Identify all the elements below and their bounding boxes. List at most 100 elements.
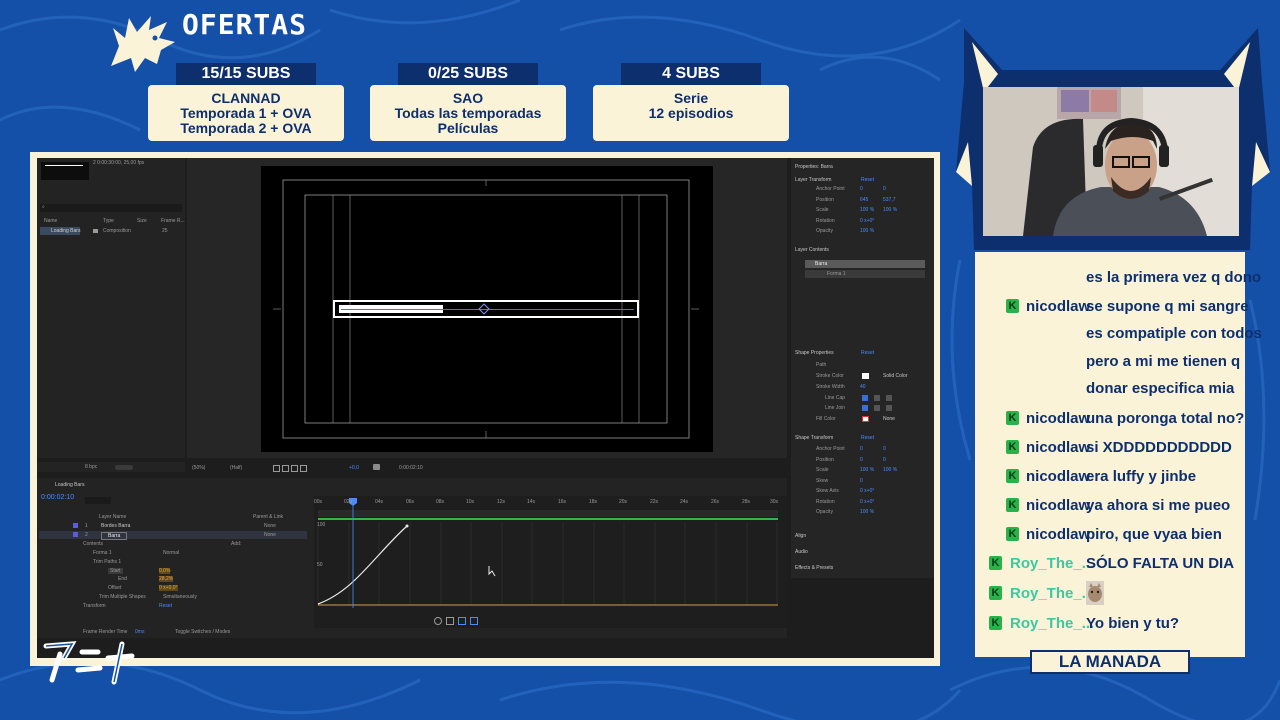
trim-paths-group[interactable]: Trim Paths 1 bbox=[93, 559, 121, 565]
blend-mode-select[interactable]: Normal bbox=[163, 550, 179, 556]
col-size[interactable]: Size bbox=[137, 218, 147, 224]
shape-transform-label[interactable]: Shape Transform bbox=[795, 435, 833, 441]
st-scale-x[interactable]: 100 % bbox=[860, 467, 874, 473]
col-frame-rate[interactable]: Frame R... bbox=[161, 218, 185, 224]
opacity-value[interactable]: 100 % bbox=[860, 228, 874, 234]
st-anchor-y[interactable]: 0 bbox=[883, 446, 886, 452]
col-layer-name[interactable]: Layer Name bbox=[99, 514, 126, 520]
line-join-label: Line Join bbox=[825, 405, 846, 411]
layer-row-1[interactable]: 1 Bordes Barra None bbox=[39, 522, 307, 530]
add-menu[interactable]: Add: bbox=[231, 541, 241, 547]
timeline-tab[interactable]: Loading Bars bbox=[55, 482, 84, 488]
col-name[interactable]: Name bbox=[44, 218, 57, 224]
layer-transform-label[interactable]: Layer Transform bbox=[795, 177, 831, 183]
properties-title: Properties: Barra bbox=[795, 164, 833, 170]
chat-username[interactable]: nicodlaw bbox=[1026, 497, 1090, 514]
stroke-type-select[interactable]: Solid Color bbox=[883, 373, 907, 379]
fill-color-swatch[interactable] bbox=[862, 416, 869, 422]
line-cap-buttons[interactable] bbox=[862, 395, 892, 401]
toggle-switches-button[interactable]: Toggle Switches / Modes bbox=[175, 629, 230, 635]
position-x[interactable]: 645 bbox=[860, 197, 868, 203]
contents-item-forma[interactable]: Forma 1 bbox=[805, 270, 925, 278]
chat-message: Yo bien y tu? bbox=[1086, 615, 1180, 632]
layer-row-2[interactable]: 2 Barra None bbox=[39, 531, 307, 540]
fill-type-select[interactable]: None bbox=[883, 416, 895, 422]
st-scale-y[interactable]: 100 % bbox=[883, 467, 897, 473]
layer-contents-label[interactable]: Layer Contents bbox=[795, 247, 829, 253]
offer-line: Películas bbox=[437, 120, 499, 136]
timeline-timecode[interactable]: 0:00:02:10 bbox=[41, 494, 74, 501]
st-rotation-value[interactable]: 0 x+0° bbox=[860, 499, 874, 505]
chat-username[interactable]: nicodlaw bbox=[1026, 526, 1090, 543]
line-join-buttons[interactable] bbox=[862, 405, 892, 411]
shape-properties-label[interactable]: Shape Properties bbox=[795, 350, 834, 356]
trim-start-label[interactable]: Start bbox=[108, 568, 123, 574]
st-skew-axis-label: Skew Axis bbox=[816, 488, 839, 494]
trim-start-value[interactable]: 0,0% bbox=[159, 568, 171, 574]
forma-group[interactable]: Forma 1 bbox=[93, 550, 112, 556]
st-position-y[interactable]: 0 bbox=[883, 457, 886, 463]
align-panel[interactable]: Align bbox=[795, 533, 806, 539]
col-type[interactable]: Type bbox=[103, 218, 114, 224]
chat-username[interactable]: Roy_The_... bbox=[1010, 555, 1094, 572]
layer-parent[interactable]: None bbox=[264, 523, 276, 529]
shape-transform-reset[interactable]: Reset bbox=[861, 435, 874, 441]
viewer-timecode[interactable]: 0:00:02:10 bbox=[399, 465, 423, 471]
project-search-input[interactable]: ⌕ bbox=[40, 204, 182, 212]
layer-parent[interactable]: None bbox=[264, 532, 276, 538]
layer-transform-reset[interactable]: Reset bbox=[861, 177, 874, 183]
anchor-y[interactable]: 0 bbox=[883, 186, 886, 192]
position-y[interactable]: 537,7 bbox=[883, 197, 896, 203]
zoom-select[interactable]: (50%) bbox=[192, 465, 205, 471]
audio-panel[interactable]: Audio bbox=[795, 549, 808, 555]
properties-panel: Properties: Barra Layer Transform Reset … bbox=[791, 158, 934, 578]
chat-username[interactable]: nicodlaw bbox=[1026, 468, 1090, 485]
st-skew-value[interactable]: 0 bbox=[860, 478, 863, 484]
composition-icon bbox=[93, 229, 98, 233]
trim-multiple-select[interactable]: Simultaneously bbox=[163, 594, 197, 600]
transform-reset[interactable]: Reset bbox=[159, 603, 172, 609]
contents-group[interactable]: Contents bbox=[83, 541, 103, 547]
scale-x[interactable]: 100 % bbox=[860, 207, 874, 213]
transform-group[interactable]: Transform bbox=[83, 603, 106, 609]
scale-label: Scale bbox=[816, 207, 829, 213]
anchor-x[interactable]: 0 bbox=[860, 186, 863, 192]
chat-message: se supone q mi sangre bbox=[1086, 298, 1249, 315]
col-parent[interactable]: Parent & Link bbox=[253, 514, 283, 520]
stroke-color-swatch[interactable] bbox=[862, 373, 869, 379]
graph-editor[interactable]: 00s 02s 04s 06s 08s 10s 12s 14s 16s 18s … bbox=[314, 496, 787, 628]
trim-offset-label[interactable]: Offset bbox=[108, 585, 121, 591]
timeline-search-input[interactable] bbox=[85, 497, 111, 504]
st-skew-axis-value[interactable]: 0 x+0° bbox=[860, 488, 874, 494]
camera-icon[interactable] bbox=[373, 464, 380, 470]
rotation-label: Rotation bbox=[816, 218, 835, 224]
project-zoom-slider[interactable] bbox=[115, 465, 133, 470]
chat-username[interactable]: Roy_The_... bbox=[1010, 615, 1094, 632]
chat-username[interactable]: nicodlaw bbox=[1026, 298, 1090, 315]
stroke-width-value[interactable]: 40 bbox=[860, 384, 866, 390]
graph-toolbar[interactable] bbox=[434, 617, 486, 625]
trim-end-value[interactable]: 28,2% bbox=[159, 576, 174, 582]
exposure-value[interactable]: +0,0 bbox=[349, 465, 359, 471]
layer-name: Bordes Barra bbox=[101, 523, 131, 529]
composition-canvas[interactable] bbox=[261, 166, 713, 452]
scale-y[interactable]: 100 % bbox=[883, 207, 897, 213]
st-opacity-value[interactable]: 100 % bbox=[860, 509, 874, 515]
st-anchor-x[interactable]: 0 bbox=[860, 446, 863, 452]
chat-username[interactable]: nicodlaw bbox=[1026, 439, 1090, 456]
st-position-x[interactable]: 0 bbox=[860, 457, 863, 463]
effects-presets-panel[interactable]: Effects & Presets bbox=[795, 565, 833, 571]
st-rotation-label: Rotation bbox=[816, 499, 835, 505]
trim-end-label[interactable]: End bbox=[118, 576, 127, 582]
shape-properties-reset[interactable]: Reset bbox=[861, 350, 874, 356]
rotation-value[interactable]: 0 x+0° bbox=[860, 218, 874, 224]
chat-username[interactable]: nicodlaw bbox=[1026, 410, 1090, 427]
chat-username[interactable]: Roy_The_... bbox=[1010, 585, 1094, 602]
project-item-row[interactable]: Loading Bars Composition 25 bbox=[40, 227, 182, 235]
trim-offset-value[interactable]: 0 x+0,0° bbox=[159, 585, 178, 591]
bpc-label[interactable]: 8 bpc bbox=[85, 464, 97, 470]
viewer-toggle-buttons[interactable] bbox=[273, 465, 309, 472]
resolution-select[interactable]: (Half) bbox=[230, 465, 242, 471]
project-panel: 2 0:00:30:00, 25,00 fps ⌕ Name Type Size… bbox=[37, 158, 185, 458]
contents-item-barra[interactable]: Barra bbox=[805, 260, 925, 268]
